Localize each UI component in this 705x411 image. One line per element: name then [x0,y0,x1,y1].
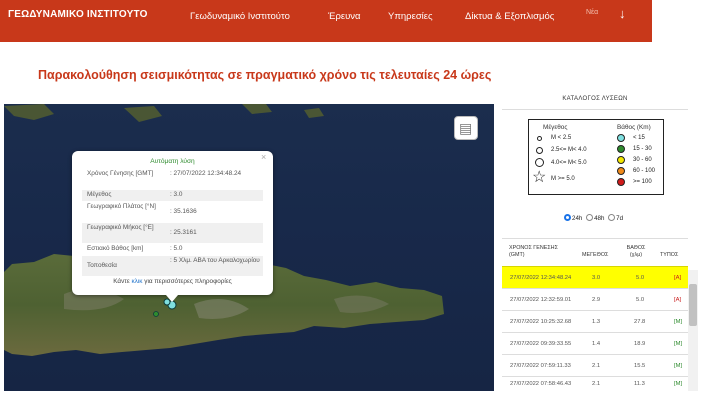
mag-star-icon: ☆ [532,169,547,186]
legend-depth-header: Βάθος (Km) [617,124,651,131]
popup-row-latitude: Γεωγραφικό Πλάτος [°N] : 35.1636 [87,203,197,215]
catalog-title: ΚΑΤΑΛΟΓΟΣ ΛΥΣΕΩΝ [562,96,628,102]
table-header: ΧΡΟΝΟΣ ΓΕΝΕΣΗΣ (GMT) ΜΕΓΕΘΟΣ ΒΑΘΟΣ (χλμ)… [502,238,688,266]
popup-row-magnitude: Μέγεθος : 3.0 [82,190,263,201]
col-header-time: ΧΡΟΝΟΣ ΓΕΝΕΣΗΣ (GMT) [509,245,558,258]
depth-color-icon [617,167,625,175]
catalog-scrollbar-thumb[interactable] [689,284,697,326]
col-header-type: ΤΥΠΟΣ [660,252,679,258]
nav-link-institute[interactable]: Γεωδυναμικό Ινστιτούτο [190,11,290,22]
nav-link-networks[interactable]: Δίκτυα & Εξοπλισμός [465,11,554,22]
radio-48h[interactable] [586,214,594,221]
table-row[interactable]: 27/07/2022 07:59:11.33 2.1 15.5 [M] [502,354,688,376]
popup-tip [166,295,178,302]
col-header-mag: ΜΕΓΕΘΟΣ [582,252,609,258]
table-row[interactable]: 27/07/2022 12:34:48.24 3.0 5.0 [A] [502,266,688,288]
table-row[interactable]: 27/07/2022 09:39:33.55 1.4 18.9 [M] [502,332,688,354]
table-row[interactable]: 27/07/2022 07:58:46.43 2.1 11.3 [M] [502,376,688,391]
popup-more-info: Κάντε κλικ για περισσότερες πληροφορίες [113,278,232,285]
mag-circle-icon [537,136,542,141]
nav-link-services[interactable]: Υπηρεσίες [388,11,433,22]
catalog-panel: ΚΑΤΑΛΟΓΟΣ ΛΥΣΕΩΝ Μέγεθος Βάθος (Km) M < … [502,88,688,391]
popup-row-longitude: Γεωγραφικό Μήκος [°E] : 25.3161 [82,223,263,243]
radio-7d[interactable] [608,214,616,221]
popup-more-link[interactable]: κλικ [131,278,142,285]
layers-control-button[interactable]: ▤ [454,116,478,140]
mag-circle-icon [536,147,543,154]
earthquake-marker[interactable] [153,311,159,317]
range-selector: 24h 48h 7d [564,214,623,222]
island-shape [4,104,54,120]
table-row[interactable]: 27/07/2022 12:32:59.01 2.9 5.0 [A] [502,288,688,310]
site-logo[interactable]: ΓΕΩΔΥΝΑΜΙΚΟ ΙΝΣΤΙΤΟΥΤΟ [8,9,148,20]
island-shape [304,108,324,118]
event-popup: × Αυτόματη λύση Χρόνος Γένησης [GMT] : 2… [72,151,273,295]
depth-color-icon [617,178,625,186]
popup-row-location: Τοποθεσία : 5 Χλμ. ΑΒΑ του Αρκαλοχωρίου [82,256,263,276]
popup-title: Αυτόματη λύση [150,158,195,165]
legend-box: Μέγεθος Βάθος (Km) M < 2.5 2.5<= M< 4.0 … [528,119,664,195]
legend-mag-header: Μέγεθος [543,124,568,131]
page-title: Παρακολούθηση σεισμικότητας σε πραγματικ… [38,68,492,82]
depth-color-icon [617,156,625,164]
popup-row-time: Χρόνος Γένησης [GMT] : 27/07/2022 12:34:… [87,170,242,177]
depth-color-icon [617,134,625,142]
col-header-depth: ΒΑΘΟΣ (χλμ) [626,245,646,258]
mag-circle-icon [535,158,544,167]
layers-icon: ▤ [459,120,473,136]
island-shape [124,106,162,122]
top-nav-bar: ΓΕΩΔΥΝΑΜΙΚΟ ΙΝΣΤΙΤΟΥΤΟ Γεωδυναμικό Ινστι… [0,0,652,42]
table-row[interactable]: 27/07/2022 10:25:32.68 1.3 27.8 [M] [502,310,688,332]
divider [502,109,688,110]
popup-row-depth: Εστιακό Βάθος [km] : 5.0 [87,245,183,252]
nav-link-research[interactable]: Έρευνα [328,11,361,22]
island-shape [242,104,272,114]
radio-24h[interactable] [564,214,571,221]
arrow-down-icon[interactable]: ↓ [619,6,626,21]
nav-link-news[interactable]: Νέα [586,9,598,17]
depth-color-icon [617,145,625,153]
